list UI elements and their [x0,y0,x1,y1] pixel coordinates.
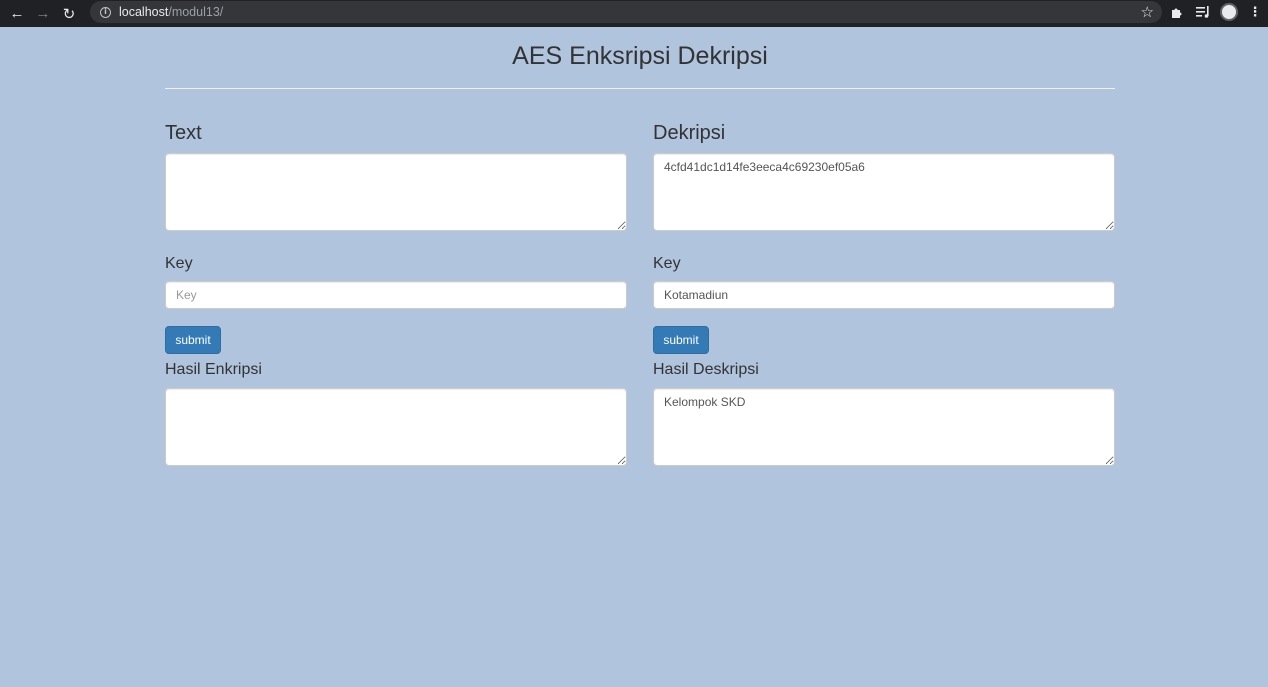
encrypt-key-input[interactable] [165,281,627,309]
menu-icon[interactable]: ⋮ [1242,0,1268,24]
star-icon[interactable]: ☆ [1141,3,1154,21]
browser-actions: ⋮ [1164,0,1268,24]
page-body: AES Enksripsi Dekripsi Text Key submit H… [0,27,1268,687]
browser-toolbar: ← → ↻ i localhost/modul13/ ☆ ⋮ [0,0,1268,27]
encrypt-submit-button[interactable]: submit [165,326,221,354]
encrypt-result-label: Hasil Enkripsi [165,361,262,378]
address-bar[interactable]: i localhost/modul13/ ☆ [90,1,1162,23]
encrypt-key-label: Key [165,255,193,272]
reload-icon[interactable]: ↻ [56,2,82,26]
page-title: AES Enksripsi Dekripsi [512,42,768,70]
url-text: localhost/modul13/ [119,5,223,19]
profile-avatar[interactable] [1216,0,1242,24]
decrypt-key-input[interactable] [653,281,1115,309]
decrypt-heading: Dekripsi [653,122,726,144]
back-icon[interactable]: ← [4,2,30,26]
decrypt-result-textarea[interactable]: Kelompok SKD [653,388,1115,466]
forward-icon[interactable]: → [30,2,56,26]
url-path: /modul13/ [168,5,224,19]
extensions-icon[interactable] [1164,0,1190,24]
encrypt-result-textarea[interactable] [165,388,627,466]
info-icon[interactable]: i [100,6,111,18]
reading-list-icon[interactable] [1190,0,1216,24]
decrypt-submit-button[interactable]: submit [653,326,709,354]
title-divider [165,88,1115,89]
encrypt-heading: Text [165,122,202,144]
decrypt-key-label: Key [653,255,681,272]
ciphertext-textarea[interactable]: 4cfd41dc1d14fe3eeca4c69230ef05a6 [653,153,1115,231]
decrypt-result-label: Hasil Deskripsi [653,361,759,378]
plaintext-textarea[interactable] [165,153,627,231]
url-host: localhost [119,5,169,19]
